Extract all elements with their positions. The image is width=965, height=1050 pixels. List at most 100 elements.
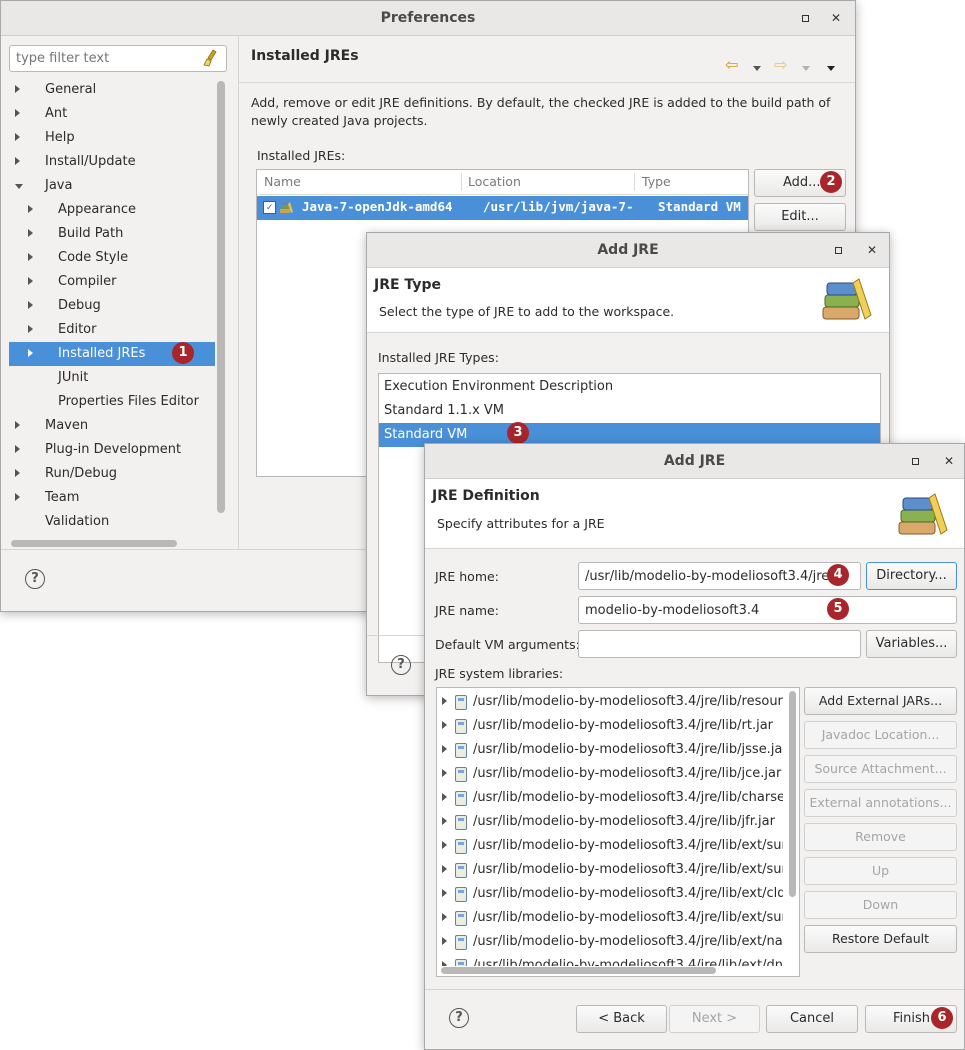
- close-icon[interactable]: ✕: [863, 241, 881, 259]
- expand-arrow-icon[interactable]: [28, 294, 33, 318]
- libraries-horizontal-scrollbar[interactable]: [441, 967, 716, 974]
- jre-name-input[interactable]: [578, 596, 957, 624]
- library-action-button[interactable]: Restore Default: [804, 925, 957, 953]
- back-button[interactable]: < Back: [576, 1005, 667, 1033]
- add-jre-definition-titlebar[interactable]: Add JRE ✕: [425, 444, 964, 479]
- table-row[interactable]: ✓ Java-7-openJdk-amd64 /usr/lib/jvm/java…: [257, 196, 748, 220]
- expand-arrow-icon[interactable]: [442, 858, 447, 882]
- column-header-location[interactable]: Location: [468, 174, 521, 189]
- tree-vertical-scrollbar[interactable]: [217, 81, 225, 513]
- collapse-arrow-icon[interactable]: [15, 174, 23, 198]
- tree-item[interactable]: Java: [9, 174, 215, 198]
- maximize-icon[interactable]: [906, 452, 924, 470]
- tree-item[interactable]: Build Path: [9, 222, 215, 246]
- library-action-button[interactable]: External annotations...: [804, 789, 957, 817]
- list-item[interactable]: /usr/lib/modelio-by-modeliosoft3.4/jre/l…: [437, 690, 783, 714]
- expand-arrow-icon[interactable]: [442, 786, 447, 810]
- maximize-icon[interactable]: [796, 9, 814, 27]
- tree-item[interactable]: Run/Debug: [9, 462, 215, 486]
- library-action-button[interactable]: Add External JARs...: [804, 687, 957, 715]
- tree-item[interactable]: Code Style: [9, 246, 215, 270]
- expand-arrow-icon[interactable]: [15, 486, 20, 510]
- vm-arguments-input[interactable]: [578, 630, 861, 658]
- close-icon[interactable]: ✕: [940, 452, 958, 470]
- expand-arrow-icon[interactable]: [15, 462, 20, 486]
- cancel-button[interactable]: Cancel: [766, 1005, 858, 1033]
- directory-button[interactable]: Directory...: [866, 562, 957, 590]
- tree-item[interactable]: Compiler: [9, 270, 215, 294]
- tree-item[interactable]: Ant: [9, 102, 215, 126]
- next-button[interactable]: Next >: [669, 1005, 760, 1033]
- list-item[interactable]: /usr/lib/modelio-by-modeliosoft3.4/jre/l…: [437, 930, 783, 954]
- expand-arrow-icon[interactable]: [15, 414, 20, 438]
- checkbox-checked-icon[interactable]: ✓: [263, 201, 276, 214]
- nav-forward-icon[interactable]: ⇨: [774, 55, 787, 74]
- variables-button[interactable]: Variables...: [866, 630, 957, 658]
- add-jre-type-titlebar[interactable]: Add JRE ✕: [367, 233, 889, 268]
- list-item[interactable]: /usr/lib/modelio-by-modeliosoft3.4/jre/l…: [437, 906, 783, 930]
- tree-item[interactable]: Maven: [9, 414, 215, 438]
- tree-item[interactable]: Help: [9, 126, 215, 150]
- tree-item[interactable]: Team: [9, 486, 215, 510]
- libraries-vertical-scrollbar[interactable]: [789, 691, 796, 897]
- tree-item[interactable]: Debug: [9, 294, 215, 318]
- tree-item[interactable]: Editor: [9, 318, 215, 342]
- column-header-type[interactable]: Type: [642, 174, 671, 189]
- tree-horizontal-scrollbar[interactable]: [11, 540, 177, 547]
- filter-input[interactable]: [9, 45, 227, 72]
- expand-arrow-icon[interactable]: [28, 342, 33, 366]
- expand-arrow-icon[interactable]: [28, 270, 33, 294]
- system-libraries-tree[interactable]: /usr/lib/modelio-by-modeliosoft3.4/jre/l…: [436, 687, 800, 977]
- tree-item[interactable]: Appearance: [9, 198, 215, 222]
- nav-back-icon[interactable]: ⇦: [725, 55, 738, 74]
- expand-arrow-icon[interactable]: [442, 834, 447, 858]
- expand-arrow-icon[interactable]: [442, 714, 447, 738]
- list-item[interactable]: /usr/lib/modelio-by-modeliosoft3.4/jre/l…: [437, 714, 783, 738]
- list-item[interactable]: Standard 1.1.x VM: [379, 399, 880, 423]
- expand-arrow-icon[interactable]: [28, 318, 33, 342]
- tree-item[interactable]: Install/Update: [9, 150, 215, 174]
- edit-jre-button[interactable]: Edit...: [754, 203, 846, 231]
- tree-item[interactable]: Validation: [9, 510, 215, 534]
- expand-arrow-icon[interactable]: [442, 762, 447, 786]
- library-action-button[interactable]: Remove: [804, 823, 957, 851]
- list-item[interactable]: /usr/lib/modelio-by-modeliosoft3.4/jre/l…: [437, 834, 783, 858]
- tree-item[interactable]: JUnit: [9, 366, 215, 390]
- expand-arrow-icon[interactable]: [15, 78, 20, 102]
- maximize-icon[interactable]: [829, 241, 847, 259]
- tree-item[interactable]: Properties Files Editor: [9, 390, 215, 414]
- expand-arrow-icon[interactable]: [442, 906, 447, 930]
- expand-arrow-icon[interactable]: [28, 246, 33, 270]
- expand-arrow-icon[interactable]: [28, 198, 33, 222]
- expand-arrow-icon[interactable]: [442, 882, 447, 906]
- expand-arrow-icon[interactable]: [442, 810, 447, 834]
- list-item[interactable]: /usr/lib/modelio-by-modeliosoft3.4/jre/l…: [437, 810, 783, 834]
- expand-arrow-icon[interactable]: [442, 954, 447, 966]
- list-item[interactable]: /usr/lib/modelio-by-modeliosoft3.4/jre/l…: [437, 762, 783, 786]
- expand-arrow-icon[interactable]: [28, 222, 33, 246]
- list-item[interactable]: /usr/lib/modelio-by-modeliosoft3.4/jre/l…: [437, 786, 783, 810]
- expand-arrow-icon[interactable]: [442, 690, 447, 714]
- tree-item[interactable]: Plug-in Development: [9, 438, 215, 462]
- list-item[interactable]: /usr/lib/modelio-by-modeliosoft3.4/jre/l…: [437, 954, 783, 966]
- help-icon[interactable]: ?: [449, 1008, 469, 1028]
- expand-arrow-icon[interactable]: [15, 102, 20, 126]
- list-item[interactable]: /usr/lib/modelio-by-modeliosoft3.4/jre/l…: [437, 738, 783, 762]
- library-action-button[interactable]: Javadoc Location...: [804, 721, 957, 749]
- library-action-button[interactable]: Up: [804, 857, 957, 885]
- list-item[interactable]: Execution Environment Description: [379, 375, 880, 399]
- preferences-titlebar[interactable]: Preferences ✕: [1, 1, 855, 36]
- list-item[interactable]: /usr/lib/modelio-by-modeliosoft3.4/jre/l…: [437, 882, 783, 906]
- expand-arrow-icon[interactable]: [442, 930, 447, 954]
- tree-item[interactable]: General: [9, 78, 215, 102]
- library-action-button[interactable]: Source Attachment...: [804, 755, 957, 783]
- library-action-button[interactable]: Down: [804, 891, 957, 919]
- column-header-name[interactable]: Name: [264, 174, 301, 189]
- nav-forward-menu-icon[interactable]: [802, 60, 810, 75]
- expand-arrow-icon[interactable]: [15, 150, 20, 174]
- help-icon[interactable]: ?: [25, 569, 45, 589]
- close-icon[interactable]: ✕: [827, 9, 845, 27]
- clear-filter-icon[interactable]: [203, 48, 219, 68]
- help-icon[interactable]: ?: [391, 655, 411, 675]
- list-item[interactable]: /usr/lib/modelio-by-modeliosoft3.4/jre/l…: [437, 858, 783, 882]
